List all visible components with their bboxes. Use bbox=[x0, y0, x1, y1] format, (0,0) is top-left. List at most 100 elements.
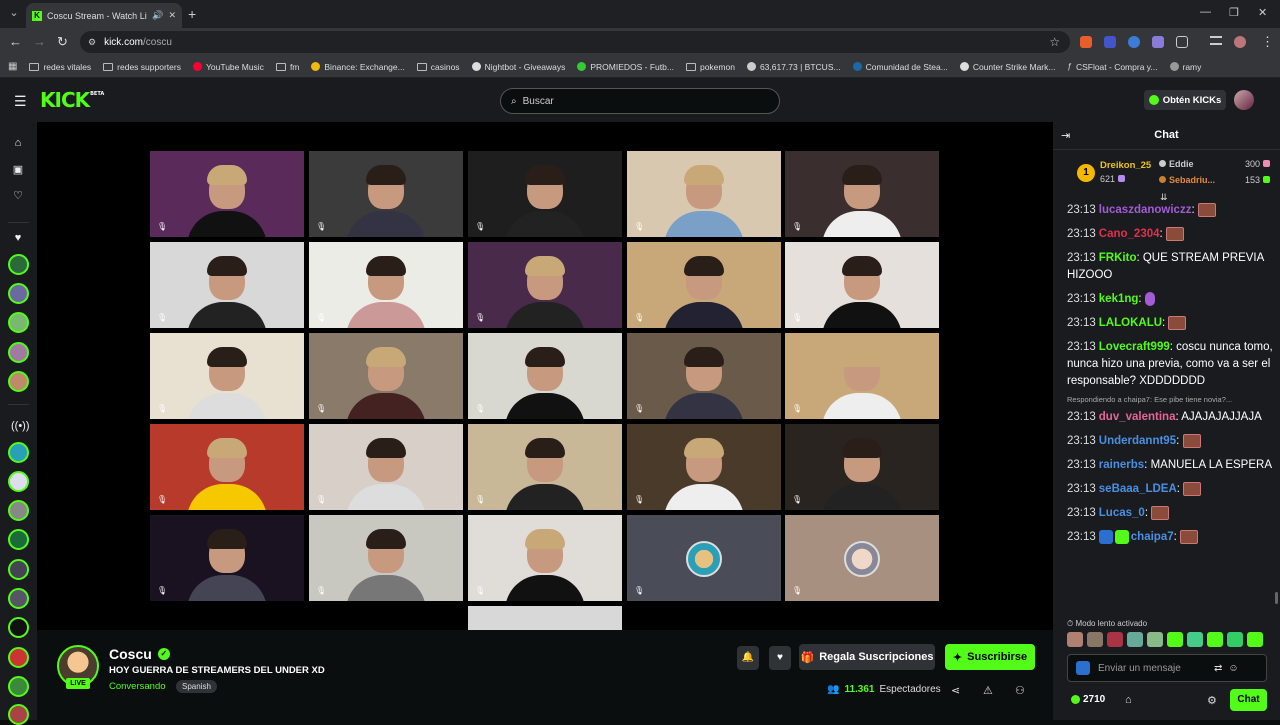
send-icon[interactable]: ⇄ bbox=[1214, 663, 1222, 674]
chat-username[interactable]: duv_valentina bbox=[1099, 411, 1176, 423]
minimize-icon[interactable]: — bbox=[1200, 6, 1211, 18]
quick-emote[interactable] bbox=[1107, 632, 1123, 647]
reading-list-icon[interactable] bbox=[1210, 36, 1222, 45]
hamburger-menu-icon[interactable]: ☰ bbox=[14, 93, 27, 110]
chat-message[interactable]: 23:13 Cano_2304: bbox=[1067, 226, 1273, 243]
quick-emote[interactable] bbox=[1067, 632, 1083, 647]
browser-menu-icon[interactable]: ⋮ bbox=[1261, 34, 1274, 50]
quick-emote[interactable] bbox=[1207, 632, 1223, 647]
chat-message[interactable]: 23:13 seBaaa_LDEA: bbox=[1067, 481, 1273, 498]
followed-channel-avatar[interactable] bbox=[8, 254, 29, 275]
recommended-channel-avatar[interactable] bbox=[8, 617, 29, 638]
recommended-channel-avatar[interactable] bbox=[8, 500, 29, 521]
share-icon[interactable]: ⋖ bbox=[951, 684, 960, 697]
new-tab-icon[interactable]: + bbox=[188, 6, 196, 22]
emoji-smile-icon[interactable]: ☺ bbox=[1228, 663, 1238, 674]
tab-search-icon[interactable]: ⌄ bbox=[6, 6, 22, 22]
back-icon[interactable]: ← bbox=[9, 34, 22, 49]
extensions-puzzle-icon[interactable] bbox=[1176, 36, 1188, 48]
chat-message[interactable]: 23:13 duv_valentina: AJAJAJAJJAJA bbox=[1067, 409, 1273, 426]
extension-icon[interactable] bbox=[1104, 36, 1116, 48]
speaker-icon[interactable]: 🔊 bbox=[152, 10, 163, 21]
home-icon[interactable]: ⌂ bbox=[11, 136, 25, 150]
close-tab-icon[interactable]: ✕ bbox=[168, 10, 176, 21]
extension-icon[interactable] bbox=[1080, 36, 1092, 48]
notification-bell-icon[interactable]: 🔔 bbox=[737, 646, 759, 670]
extension-icon[interactable] bbox=[1152, 36, 1164, 48]
chat-username[interactable]: Lovecraft999 bbox=[1099, 341, 1170, 353]
gift-subs-button[interactable]: 🎁 Regala Suscripciones bbox=[799, 644, 935, 670]
recommended-channel-avatar[interactable] bbox=[8, 588, 29, 609]
recommended-channel-avatar[interactable] bbox=[8, 442, 29, 463]
chat-username[interactable]: kek1ng bbox=[1099, 293, 1139, 305]
chat-message[interactable]: 23:13 kek1ng: bbox=[1067, 291, 1273, 308]
chat-username[interactable]: chaipa7 bbox=[1131, 531, 1174, 543]
bookmark-item[interactable]: redes supporters bbox=[103, 62, 181, 72]
url-field[interactable]: ⚙ kick.com /coscu ☆ bbox=[80, 31, 1070, 53]
quick-emote[interactable] bbox=[1087, 632, 1103, 647]
chat-username[interactable]: rainerbs bbox=[1099, 459, 1144, 471]
followed-channel-avatar[interactable] bbox=[8, 371, 29, 392]
bookmark-item[interactable]: Nightbot - Giveaways bbox=[471, 62, 565, 72]
user-avatar[interactable] bbox=[1234, 90, 1254, 110]
leader-first-name[interactable]: Dreikon_25 bbox=[1100, 160, 1151, 171]
chat-message[interactable]: 23:13 lucaszdanowiczz: bbox=[1067, 202, 1273, 219]
chat-emote-icon[interactable] bbox=[1183, 481, 1202, 496]
bookmark-item[interactable]: 63,617.73 | BTCUS... bbox=[746, 62, 841, 72]
browse-icon[interactable]: ▣ bbox=[11, 163, 25, 177]
maximize-icon[interactable]: ❐ bbox=[1229, 6, 1239, 19]
quick-emote[interactable] bbox=[1147, 632, 1163, 647]
quick-emote[interactable] bbox=[1247, 632, 1263, 647]
kicks-balance[interactable]: 2710 bbox=[1071, 694, 1105, 705]
chat-username[interactable]: LALOKALU bbox=[1099, 317, 1162, 329]
bookmark-item[interactable]: pokemon bbox=[685, 62, 735, 72]
chat-username[interactable]: Cano_2304 bbox=[1099, 228, 1160, 240]
chat-settings-gear-icon[interactable]: ⚙ bbox=[1207, 694, 1217, 707]
bookmark-star-icon[interactable]: ☆ bbox=[1049, 35, 1060, 49]
browser-tab[interactable]: K Coscu Stream - Watch Live 🔊 ✕ bbox=[26, 3, 182, 28]
reload-icon[interactable]: ↻ bbox=[57, 34, 68, 50]
language-tag[interactable]: Spanish bbox=[176, 680, 217, 693]
chat-message[interactable]: 23:13 rainerbs: MANUELA LA ESPERA bbox=[1067, 457, 1273, 474]
following-heart-icon[interactable]: ♥ bbox=[11, 231, 25, 245]
chat-input-box[interactable]: ⇄ ☺ bbox=[1067, 654, 1267, 682]
quick-emote[interactable] bbox=[1127, 632, 1143, 647]
video-player[interactable]: 🎙 🎙 🎙 🎙 🎙 🎙 🎙 🎙 🎙 🎙 🎙 🎙 🎙 🎙 🎙 🎙 🎙 🎙 🎙 🎙 🎙 🎙 🎙 🎙 🎙 bbox=[37, 122, 1053, 630]
site-info-icon[interactable]: ⚙ bbox=[88, 37, 96, 48]
chat-message[interactable]: 23:13 chaipa7: bbox=[1067, 529, 1273, 546]
bookmark-item[interactable]: fm bbox=[275, 62, 299, 72]
user-add-icon[interactable]: ⚇ bbox=[1015, 684, 1025, 697]
recommended-channel-avatar[interactable] bbox=[8, 704, 29, 725]
bookmark-item[interactable]: PROMIEDOS - Futb... bbox=[577, 62, 674, 72]
followed-channel-avatar[interactable] bbox=[8, 312, 29, 333]
report-warning-icon[interactable]: ⚠ bbox=[983, 684, 993, 697]
chat-message[interactable]: 23:13 FRKito: QUE STREAM PREVIA HIZOOO bbox=[1067, 250, 1273, 284]
recommended-channel-avatar[interactable] bbox=[8, 471, 29, 492]
chat-message[interactable]: 23:13 Lovecraft999: coscu nunca tomo, nun… bbox=[1067, 339, 1273, 390]
chat-username[interactable]: Lucas_0 bbox=[1099, 507, 1145, 519]
followed-channel-avatar[interactable] bbox=[8, 283, 29, 304]
quick-emote[interactable] bbox=[1167, 632, 1183, 647]
apps-grid-icon[interactable]: ▦ bbox=[8, 61, 17, 72]
chat-username[interactable]: Underdannt95 bbox=[1099, 435, 1176, 447]
recommended-broadcast-icon[interactable]: ((•)) bbox=[11, 419, 30, 433]
close-window-icon[interactable]: ✕ bbox=[1258, 6, 1267, 19]
bookmark-item[interactable]: Comunidad de Stea... bbox=[852, 62, 948, 72]
chat-username[interactable]: lucaszdanowiczz bbox=[1099, 204, 1192, 216]
stream-category[interactable]: Conversando bbox=[109, 681, 166, 692]
search-input[interactable] bbox=[522, 95, 753, 107]
chat-scrollbar[interactable] bbox=[1275, 592, 1278, 604]
followed-channel-avatar[interactable] bbox=[8, 342, 29, 363]
chat-emote-icon[interactable] bbox=[1182, 433, 1201, 448]
recommended-channel-avatar[interactable] bbox=[8, 676, 29, 697]
quick-emote[interactable] bbox=[1227, 632, 1243, 647]
chat-message[interactable]: 23:13 Underdannt95: bbox=[1067, 433, 1273, 450]
leader-third[interactable]: Sebadriu... bbox=[1159, 175, 1215, 185]
streamer-name[interactable]: Coscu ✓ bbox=[109, 646, 170, 662]
bookmark-item[interactable]: YouTube Music bbox=[192, 62, 264, 72]
chat-message[interactable]: 23:13 Lucas_0: bbox=[1067, 505, 1273, 522]
send-chat-button[interactable]: Chat bbox=[1230, 689, 1267, 711]
chat-emote-icon[interactable] bbox=[1168, 315, 1187, 330]
chat-emote-icon[interactable] bbox=[1144, 291, 1155, 306]
chat-message[interactable]: 23:13 LALOKALU: bbox=[1067, 315, 1273, 332]
